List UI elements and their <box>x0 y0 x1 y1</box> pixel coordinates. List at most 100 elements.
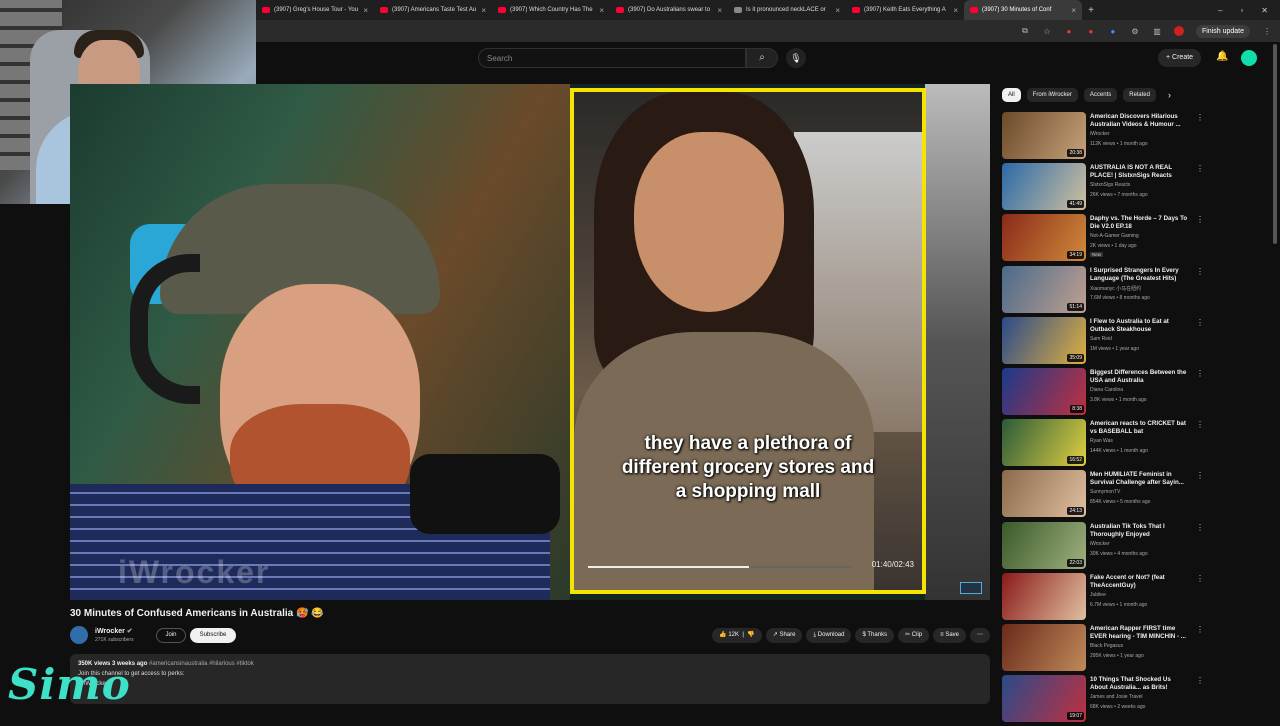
search-input[interactable]: Search <box>478 48 746 68</box>
related-video-channel[interactable]: Sam Reid <box>1090 336 1112 342</box>
related-video-title[interactable]: American reacts to CRICKET bat vs BASEBA… <box>1090 420 1190 436</box>
more-options-icon[interactable]: ⋮ <box>1196 523 1204 532</box>
video-thumbnail[interactable]: 20:38 <box>1002 112 1086 159</box>
related-video-channel[interactable]: Xiaomanyc 小马在纽约 <box>1090 285 1141 292</box>
close-tab-icon[interactable]: × <box>599 6 604 15</box>
related-video-title[interactable]: AUSTRALIA IS NOT A REAL PLACE! | SlstxnS… <box>1090 164 1190 180</box>
related-video-channel[interactable]: Jubilee <box>1090 592 1106 598</box>
related-video-item[interactable]: 35:09 I Flew to Australia to Eat at Outba… <box>1002 316 1272 368</box>
more-options-icon[interactable]: ⋮ <box>1196 318 1204 327</box>
video-thumbnail[interactable] <box>1002 623 1086 671</box>
chip-all[interactable]: All <box>1002 88 1021 102</box>
close-tab-icon[interactable]: × <box>717 6 722 15</box>
related-video-item[interactable]: 16:52 American reacts to CRICKET bat vs B… <box>1002 419 1272 470</box>
miniplayer-icon[interactable] <box>960 582 982 594</box>
related-video-item[interactable]: Fake Accent or Not? (feat TheAccentGuy) J… <box>1002 572 1272 624</box>
more-options-icon[interactable]: ⋮ <box>1196 471 1204 480</box>
more-options-icon[interactable]: ⋮ <box>1196 267 1204 276</box>
related-video-title[interactable]: American Rapper FIRST time EVER hearing … <box>1090 625 1190 641</box>
thanks-button[interactable]: $ Thanks <box>855 628 895 643</box>
description-link[interactable]: @iWrocker <box>78 679 982 689</box>
more-options-icon[interactable]: ⋮ <box>1196 625 1204 634</box>
finish-update-button[interactable]: Finish update <box>1195 24 1250 38</box>
share-button[interactable]: ↗ Share <box>765 628 803 643</box>
sidebar-icon[interactable]: ▥ <box>1152 27 1162 36</box>
subscribe-button[interactable]: Subscribe <box>190 628 236 643</box>
close-window-icon[interactable]: ✕ <box>1261 6 1268 15</box>
video-thumbnail[interactable]: 41:49 <box>1002 163 1086 211</box>
install-icon[interactable]: ⧉ <box>1020 26 1030 36</box>
related-video-channel[interactable]: Diana Carolina <box>1090 387 1123 393</box>
chip-accents[interactable]: Accents <box>1083 88 1118 102</box>
related-video-item[interactable]: 20:38 American Discovers Hilarious Austra… <box>1002 112 1272 163</box>
video-thumbnail[interactable]: 35:09 <box>1002 316 1086 364</box>
related-video-channel[interactable]: Not-A-Gamer Gaming <box>1090 233 1139 239</box>
video-player[interactable]: iWrocker they have a plethora of differe… <box>70 84 990 600</box>
menu-dots-icon[interactable]: ⋮ <box>1262 27 1272 36</box>
related-video-item[interactable]: 19:07 10 Things That Shocked Us About Aus… <box>1002 675 1272 726</box>
related-video-title[interactable]: I Surprised Strangers In Every Language … <box>1090 267 1190 283</box>
create-button[interactable]: + Create <box>1158 49 1202 67</box>
join-button[interactable]: Join <box>156 628 186 643</box>
video-thumbnail[interactable]: 8:38 <box>1002 367 1086 415</box>
related-video-item[interactable]: 41:49 AUSTRALIA IS NOT A REAL PLACE! | Sl… <box>1002 163 1272 214</box>
clip-button[interactable]: ✂ Clip <box>898 628 930 643</box>
video-thumbnail[interactable]: 19:07 <box>1002 675 1086 723</box>
related-video-title[interactable]: Men HUMILIATE Feminist in Survival Chall… <box>1090 471 1190 487</box>
maximize-icon[interactable]: ▫ <box>1240 6 1243 15</box>
save-button[interactable]: ≡ Save <box>933 628 966 643</box>
extension-icon[interactable]: ● <box>1108 27 1118 36</box>
video-thumbnail[interactable]: 22:03 <box>1002 521 1086 569</box>
close-tab-icon[interactable]: × <box>835 6 840 15</box>
video-thumbnail[interactable]: 34:19 <box>1002 214 1086 262</box>
more-options-icon[interactable]: ⋮ <box>1196 369 1204 378</box>
search-icon[interactable]: ⌕ <box>746 48 778 68</box>
related-video-item[interactable]: 34:19 Daphy vs. The Horde – 7 Days To Die… <box>1002 214 1272 265</box>
more-options-icon[interactable]: ⋮ <box>1196 420 1204 429</box>
more-options-icon[interactable]: ⋮ <box>1196 676 1204 685</box>
related-video-channel[interactable]: Ryan Was <box>1090 438 1113 444</box>
related-video-channel[interactable]: SlstxnSigs Reacts <box>1090 182 1130 188</box>
channel-avatar[interactable] <box>70 626 88 644</box>
related-video-title[interactable]: American Discovers Hilarious Australian … <box>1090 113 1190 129</box>
related-video-channel[interactable]: iWrocker <box>1090 131 1110 137</box>
browser-tab[interactable]: (3907) Americans Taste Test Au × <box>374 0 492 20</box>
chip-from-channel[interactable]: From iWrocker <box>1026 88 1078 102</box>
related-video-title[interactable]: I Flew to Australia to Eat at Outback St… <box>1090 318 1190 334</box>
more-options-icon[interactable]: ⋮ <box>1196 215 1204 224</box>
related-video-channel[interactable]: Black Pegasus <box>1090 643 1123 649</box>
minimize-icon[interactable]: – <box>1218 6 1222 15</box>
video-thumbnail[interactable] <box>1002 572 1086 620</box>
related-video-item[interactable]: 51:14 I Surprised Strangers In Every Lang… <box>1002 265 1272 317</box>
browser-tab[interactable]: (3907) Which Country Has The × <box>492 0 610 20</box>
related-video-channel[interactable]: iWrocker <box>1090 541 1110 547</box>
extensions-puzzle-icon[interactable]: ⚙ <box>1130 27 1140 36</box>
related-video-title[interactable]: Daphy vs. The Horde – 7 Days To Die V2.0… <box>1090 215 1190 231</box>
browser-tab[interactable]: Is it pronounced neckLACE or × <box>728 0 846 20</box>
browser-tab[interactable]: (3907) Greg's House Tour - You × <box>256 0 374 20</box>
browser-tab[interactable]: (3907) Do Australians swear to × <box>610 0 728 20</box>
related-video-title[interactable]: Australian Tik Toks That I Thoroughly En… <box>1090 523 1190 539</box>
download-button[interactable]: ⤓ Download <box>806 628 852 643</box>
related-video-channel[interactable]: SunnymonTV <box>1090 489 1120 495</box>
like-button[interactable]: 👍 12K | 👎 <box>712 628 762 643</box>
related-video-title[interactable]: 10 Things That Shocked Us About Australi… <box>1090 676 1190 692</box>
browser-tab[interactable]: (3907) Keith Eats Everything A × <box>846 0 964 20</box>
new-tab-button[interactable]: + <box>1082 5 1100 16</box>
thumbs-down-icon[interactable]: 👎 <box>747 632 754 638</box>
hashtags[interactable]: #americansinaustralia #hilarious #tiktok <box>149 661 254 667</box>
close-tab-icon[interactable]: × <box>363 6 368 15</box>
related-video-title[interactable]: Fake Accent or Not? (feat TheAccentGuy) <box>1090 574 1190 590</box>
browser-tab-active[interactable]: (3907) 30 Minutes of Conf × <box>964 0 1082 20</box>
related-video-item[interactable]: 8:38 Biggest Differences Between the USA … <box>1002 367 1272 419</box>
close-tab-icon[interactable]: × <box>481 6 486 15</box>
extension-icon[interactable]: ● <box>1064 27 1074 36</box>
video-thumbnail[interactable]: 24:13 <box>1002 470 1086 518</box>
close-tab-icon[interactable]: × <box>1071 6 1076 15</box>
account-avatar[interactable] <box>1241 50 1257 66</box>
microphone-icon[interactable]: 🎙 <box>786 48 806 68</box>
channel-name[interactable]: iWrocker ✔ <box>95 627 133 635</box>
close-tab-icon[interactable]: × <box>953 6 958 15</box>
more-actions-icon[interactable]: ⋯ <box>970 628 990 643</box>
video-thumbnail[interactable]: 16:52 <box>1002 419 1086 467</box>
